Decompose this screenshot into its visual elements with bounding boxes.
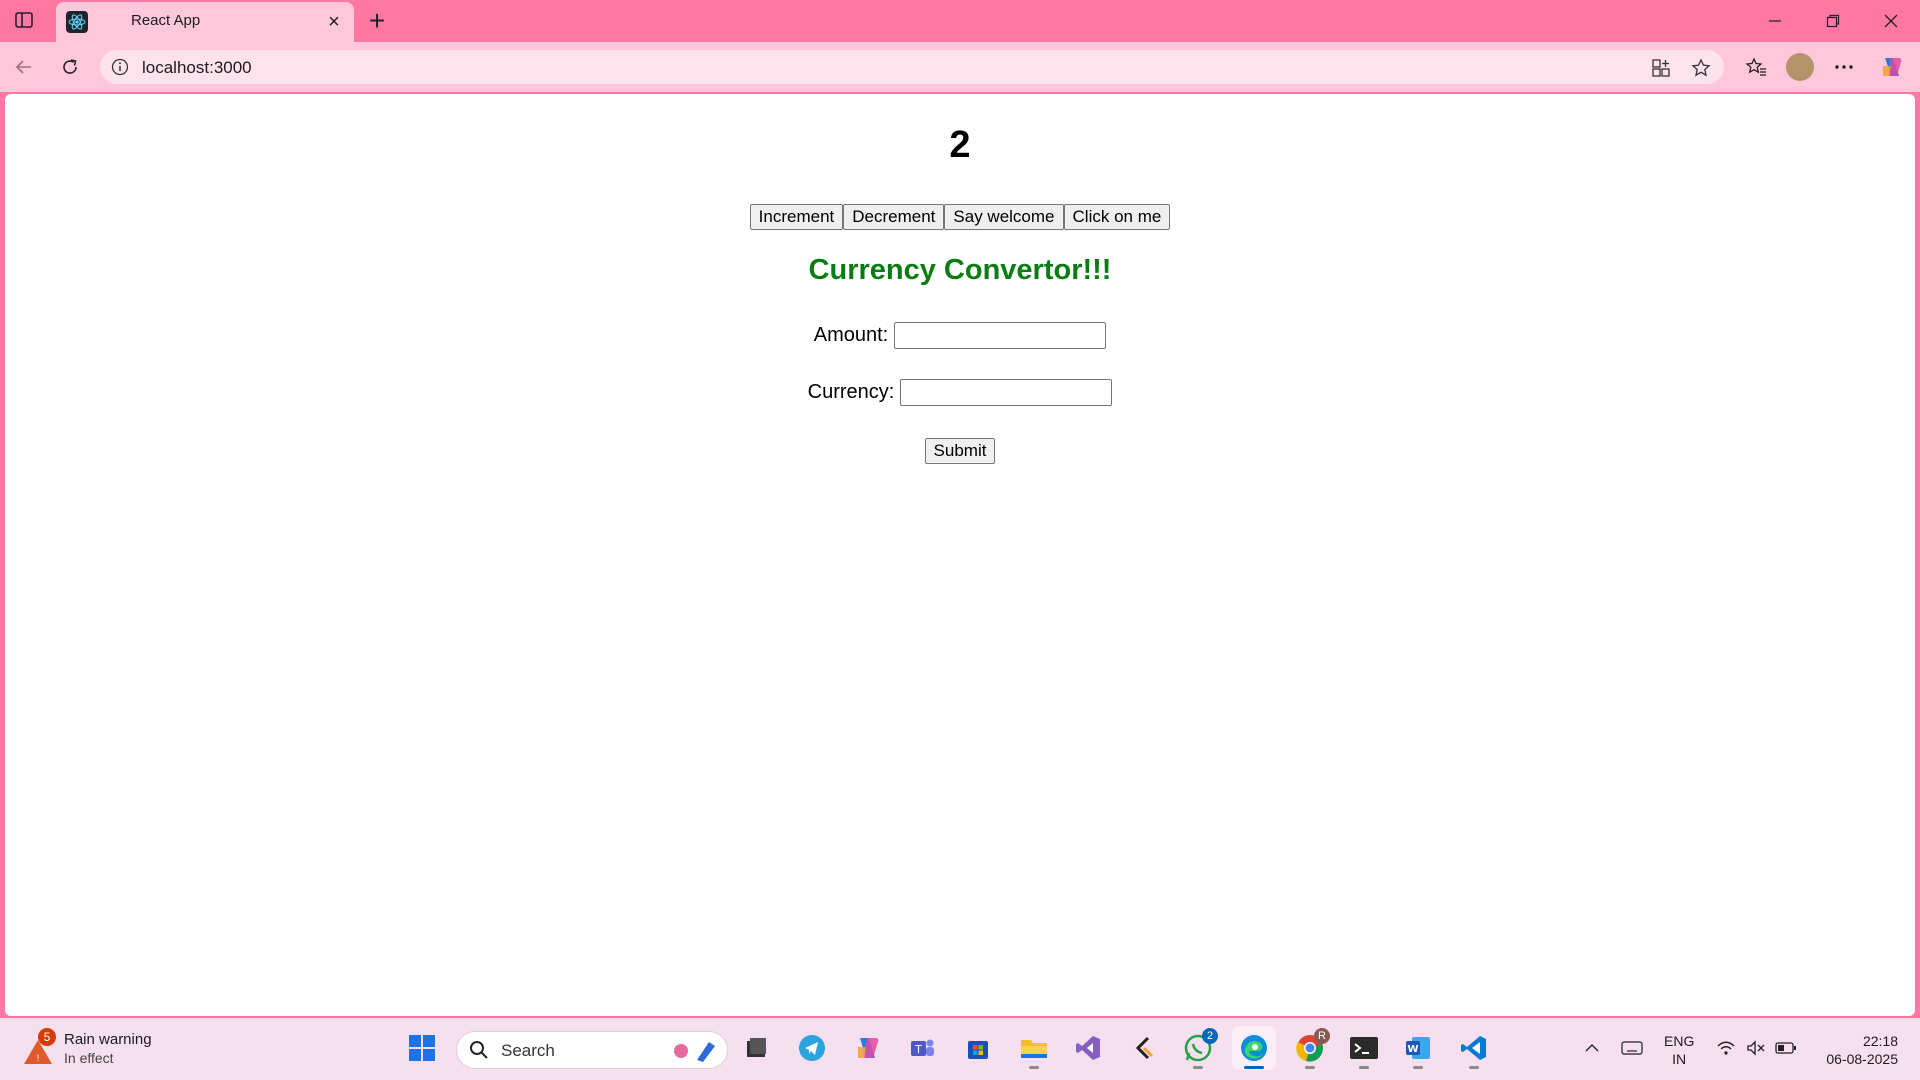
search-highlight-icon (667, 1038, 721, 1069)
language-indicator[interactable]: ENG IN (1664, 1032, 1694, 1068)
battery-icon[interactable] (1774, 1036, 1798, 1060)
click-on-me-button[interactable]: Click on me (1063, 204, 1171, 230)
copilot-app-icon[interactable] (846, 1026, 890, 1070)
restore-icon[interactable] (1810, 6, 1856, 36)
weather-widget[interactable]: ! 5 Rain warning In effect (20, 1028, 220, 1072)
clock-time: 22:18 (1862, 1033, 1898, 1049)
currency-convertor-heading: Currency Convertor!!! (808, 254, 1112, 286)
say-welcome-button[interactable]: Say welcome (944, 204, 1064, 230)
amount-input[interactable] (894, 322, 1107, 349)
running-indicator (1359, 1066, 1369, 1069)
address-bar[interactable]: localhost:3000 (100, 50, 1724, 84)
submit-row: Submit (5, 438, 1915, 464)
keyboard-icon[interactable] (1620, 1036, 1644, 1060)
avatar (1786, 53, 1814, 81)
favorite-star-icon[interactable] (1688, 55, 1714, 81)
svg-text:!: ! (36, 1054, 40, 1064)
visual-studio-icon[interactable] (1066, 1026, 1110, 1070)
file-explorer-icon[interactable] (1012, 1026, 1056, 1070)
currency-input[interactable] (900, 379, 1113, 406)
browser-titlebar: React App × + (0, 0, 1920, 42)
browser-toolbar: localhost:3000 (0, 42, 1920, 92)
whatsapp-icon[interactable]: 2 (1176, 1026, 1220, 1070)
browser-tab-active[interactable]: React App × (56, 2, 354, 42)
minimize-icon[interactable] (1752, 6, 1798, 36)
running-indicator (1193, 1066, 1203, 1069)
svg-text:T: T (914, 1043, 922, 1056)
word-icon[interactable]: W (1396, 1026, 1440, 1070)
url-text: localhost:3000 (142, 58, 252, 77)
windows-taskbar: ! 5 Rain warning In effect Search T 2 R … (0, 1018, 1920, 1080)
running-indicator (1469, 1066, 1479, 1069)
weather-subtitle: In effect (64, 1050, 114, 1066)
running-indicator (1413, 1066, 1423, 1069)
taskbar-search[interactable]: Search (456, 1031, 728, 1069)
increment-button[interactable]: Increment (749, 204, 844, 230)
react-logo-icon (66, 11, 88, 33)
profile-avatar[interactable] (1784, 51, 1816, 83)
site-info-icon[interactable] (110, 57, 130, 77)
store-icon[interactable] (956, 1026, 1000, 1070)
vscode-icon[interactable] (1452, 1026, 1496, 1070)
favorites-icon[interactable] (1740, 51, 1772, 83)
running-indicator (1305, 1066, 1315, 1069)
search-placeholder: Search (501, 1041, 555, 1060)
amount-row: Amount: (5, 322, 1915, 349)
search-icon (469, 1040, 489, 1065)
amount-label: Amount: (813, 324, 889, 346)
file-manager-icon[interactable] (734, 1026, 778, 1070)
start-icon[interactable] (400, 1026, 444, 1070)
wifi-icon[interactable] (1714, 1036, 1738, 1060)
language-region: IN (1672, 1051, 1687, 1067)
reload-icon[interactable] (54, 51, 86, 83)
chrome-profile-badge: R (1314, 1028, 1330, 1044)
counter-value: 2 (949, 124, 971, 166)
chrome-icon[interactable]: R (1288, 1026, 1332, 1070)
back-icon[interactable] (8, 51, 40, 83)
weather-alert-badge: 5 (38, 1028, 56, 1046)
currency-row: Currency: (5, 379, 1915, 406)
running-indicator (1029, 1066, 1039, 1069)
close-tab-icon[interactable]: × (322, 10, 346, 34)
whatsapp-badge: 2 (1202, 1028, 1218, 1044)
language-code: ENG (1664, 1033, 1695, 1049)
speaker-muted-icon[interactable] (1744, 1036, 1768, 1060)
currency-label: Currency: (807, 381, 895, 403)
copilot-icon[interactable] (1876, 51, 1908, 83)
active-indicator (1244, 1066, 1264, 1069)
more-options-icon[interactable] (1828, 51, 1860, 83)
clock-date: 06-08-2025 (1826, 1051, 1898, 1067)
terminal-icon[interactable] (1342, 1026, 1386, 1070)
page-viewport: 2 Increment Decrement Say welcome Click … (5, 94, 1915, 1016)
new-tab-icon[interactable]: + (362, 5, 392, 36)
decrement-button[interactable]: Decrement (843, 204, 945, 230)
telegram-icon[interactable] (790, 1026, 834, 1070)
close-window-icon[interactable] (1868, 6, 1914, 36)
counter-button-row: Increment Decrement Say welcome Click on… (5, 204, 1915, 230)
teams-icon[interactable]: T (900, 1026, 944, 1070)
svg-text:W: W (1407, 1044, 1418, 1055)
app-available-icon[interactable] (1648, 55, 1674, 81)
sidebar-toggle-icon[interactable] (10, 8, 38, 32)
tab-title: React App (131, 12, 201, 29)
claude-icon[interactable] (1122, 1026, 1166, 1070)
edge-icon[interactable] (1232, 1026, 1276, 1070)
submit-button[interactable]: Submit (924, 438, 996, 464)
chevron-up-icon[interactable] (1580, 1036, 1604, 1060)
weather-title: Rain warning (64, 1031, 152, 1048)
system-clock[interactable]: 22:18 06-08-2025 (1810, 1032, 1898, 1068)
